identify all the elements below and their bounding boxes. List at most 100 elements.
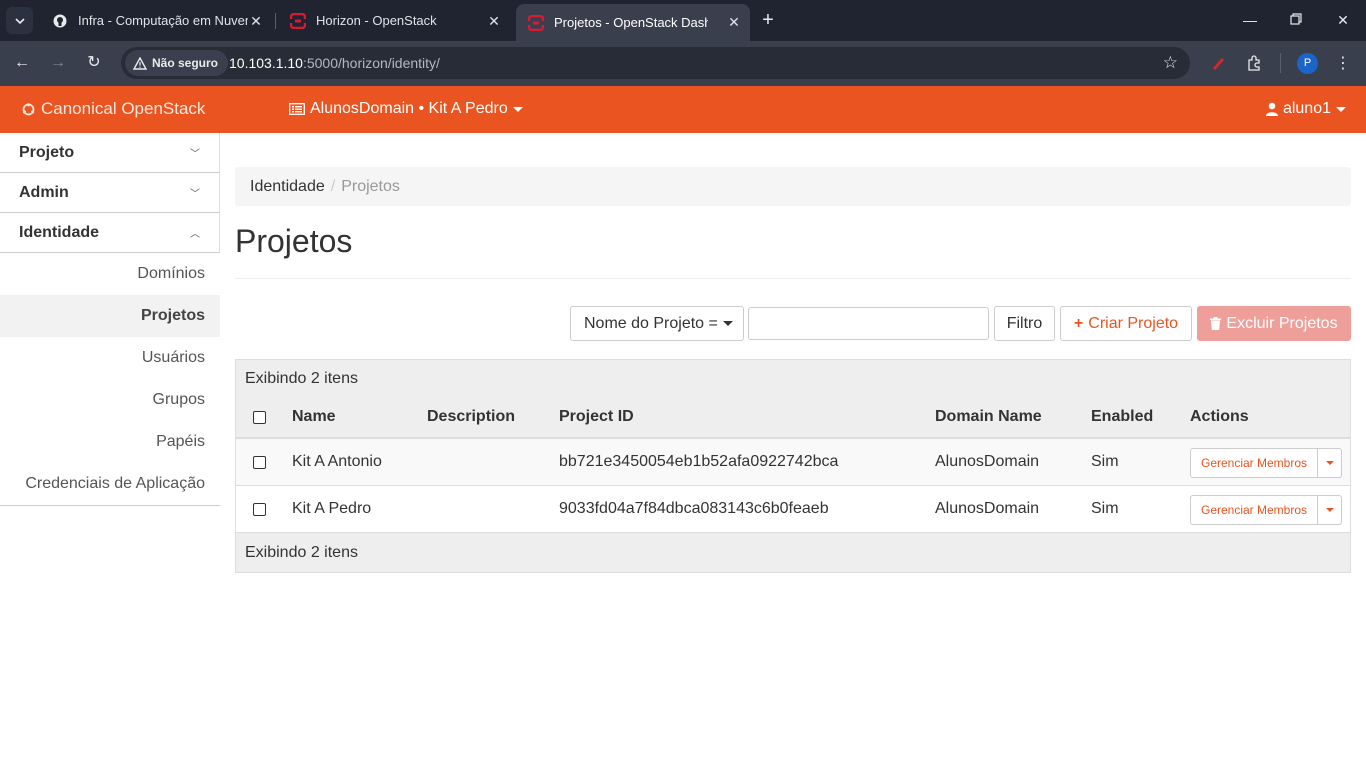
sidebar-panel-label: Identidade (19, 223, 100, 241)
row-actions-dropdown-toggle[interactable] (1318, 448, 1342, 478)
create-project-button[interactable]: + Criar Projeto (1060, 306, 1192, 341)
column-header-enabled[interactable]: Enabled (1091, 397, 1153, 437)
caret-down-icon (1325, 461, 1334, 465)
brand-logo[interactable]: Canonical OpenStack (22, 99, 205, 119)
close-tab-icon[interactable]: ✕ (248, 13, 264, 29)
tab-title: Horizon - OpenStack (316, 13, 437, 28)
profile-avatar[interactable]: P (1297, 53, 1318, 74)
back-icon[interactable]: ← (11, 52, 33, 74)
github-icon (52, 13, 68, 29)
sidebar-panel-projeto[interactable]: Projeto ﹀ (0, 133, 220, 173)
page-title: Projetos (235, 223, 353, 259)
user-menu[interactable]: aluno1 (1265, 100, 1346, 118)
row-actions-group: Gerenciar Membros (1190, 495, 1342, 525)
sidebar-item-usuarios[interactable]: Usuários (0, 337, 220, 379)
sidebar-item-projetos[interactable]: Projetos (0, 295, 220, 337)
new-tab-button[interactable]: + (756, 9, 780, 33)
restore-icon[interactable] (1286, 10, 1306, 30)
sidebar-panel-label: Admin (19, 183, 69, 201)
horizon-header: Canonical OpenStack AlunosDomain • Kit A… (0, 86, 1366, 133)
security-label: Não seguro (152, 56, 219, 70)
table-caption: Exibindo 2 itens (236, 360, 1350, 397)
close-tab-icon[interactable]: ✕ (486, 13, 502, 29)
select-all-checkbox-cell (253, 397, 266, 437)
extension-pen-icon[interactable] (1208, 53, 1228, 73)
table-row: Kit A Pedro 9033fd04a7f84dbca083143c6b0f… (236, 486, 1350, 533)
filter-button[interactable]: Filtro (994, 306, 1055, 341)
extensions-puzzle-icon[interactable] (1244, 53, 1264, 73)
sidebar-item-credenciais[interactable]: Credenciais de Aplicação (0, 463, 220, 505)
project-context-label: AlunosDomain • Kit A Pedro (310, 100, 508, 117)
project-enabled: Sim (1091, 453, 1119, 470)
manage-members-button[interactable]: Gerenciar Membros (1190, 448, 1318, 478)
openstack-icon (528, 14, 544, 31)
row-actions-dropdown-toggle[interactable] (1318, 495, 1342, 525)
bookmark-star-icon[interactable]: ☆ (1163, 53, 1178, 73)
close-window-icon[interactable]: ✕ (1333, 10, 1353, 30)
sidebar-item-papeis[interactable]: Papéis (0, 421, 220, 463)
caret-down-icon (1336, 106, 1346, 112)
project-enabled: Sim (1091, 500, 1119, 517)
plus-icon: + (1073, 314, 1084, 332)
browser-tab-horizon[interactable]: Horizon - OpenStack ✕ (278, 6, 510, 35)
column-header-name[interactable]: Name (292, 397, 336, 437)
user-icon (1265, 102, 1278, 116)
filter-field-select[interactable]: Nome do Projeto = (570, 306, 744, 341)
table-row: Kit A Antonio bb721e3450054eb1b52afa0922… (236, 439, 1350, 486)
filter-field-label: Nome do Projeto = (584, 314, 718, 332)
security-chip[interactable]: Não seguro (125, 50, 229, 76)
caret-down-icon (1325, 508, 1334, 512)
url-text[interactable]: 10.103.1.10:5000/horizon/identity/ (229, 55, 440, 71)
column-header-description[interactable]: Description (427, 397, 515, 437)
reload-icon[interactable]: ↻ (83, 52, 105, 74)
delete-projects-label: Excluir Projetos (1226, 314, 1338, 332)
table-footer: Exibindo 2 itens (236, 533, 1350, 572)
sidebar-item-dominios[interactable]: Domínios (0, 253, 220, 295)
manage-members-button[interactable]: Gerenciar Membros (1190, 495, 1318, 525)
browser-tab-infra[interactable]: Infra - Computação em Nuvem ✕ (40, 6, 272, 35)
browser-menu-icon[interactable]: ⋮ (1333, 53, 1353, 73)
warning-icon (133, 56, 147, 70)
column-header-project-id[interactable]: Project ID (559, 397, 634, 437)
minimize-icon[interactable]: — (1240, 10, 1260, 30)
delete-projects-button[interactable]: Excluir Projetos (1197, 306, 1351, 341)
sidebar: Projeto ﹀ Admin ﹀ Identidade ︿ Domínios … (0, 133, 220, 506)
address-bar[interactable]: Não seguro 10.103.1.10:5000/horizon/iden… (121, 47, 1190, 79)
row-checkbox[interactable] (253, 455, 266, 469)
browser-toolbar: ← → ↻ Não seguro 10.103.1.10:5000/horizo… (0, 41, 1366, 86)
url-host: 10.103.1.10 (229, 55, 303, 71)
sidebar-panel-identidade[interactable]: Identidade ︿ (0, 213, 220, 253)
column-header-domain-name[interactable]: Domain Name (935, 397, 1042, 437)
filter-input[interactable] (748, 307, 989, 340)
tab-title: Projetos - OpenStack Dashboard (554, 15, 708, 30)
close-tab-icon[interactable]: ✕ (726, 14, 742, 30)
project-context-dropdown[interactable]: AlunosDomain • Kit A Pedro (289, 100, 523, 118)
table-header: Name Description Project ID Domain Name … (236, 397, 1350, 439)
breadcrumb-parent[interactable]: Identidade (250, 178, 325, 196)
username: aluno1 (1282, 100, 1331, 117)
project-name[interactable]: Kit A Antonio (292, 439, 382, 485)
forward-icon[interactable]: → (47, 52, 69, 74)
sidebar-item-grupos[interactable]: Grupos (0, 379, 220, 421)
browser-tab-projetos[interactable]: Projetos - OpenStack Dashboard ✕ (516, 4, 750, 41)
row-checkbox[interactable] (253, 502, 266, 516)
tab-divider (275, 13, 276, 29)
sidebar-panel-admin[interactable]: Admin ﹀ (0, 173, 220, 213)
row-actions-group: Gerenciar Membros (1190, 448, 1342, 478)
browser-tabstrip: Infra - Computação em Nuvem ✕ Horizon - … (0, 0, 1366, 41)
sidebar-divider (0, 505, 220, 506)
caret-down-icon (722, 321, 733, 326)
openstack-icon (290, 12, 306, 29)
project-domain: AlunosDomain (935, 500, 1040, 517)
tab-search-button[interactable] (6, 7, 33, 34)
chevron-up-icon: ︿ (190, 229, 200, 240)
select-all-checkbox[interactable] (253, 410, 266, 424)
row-checkbox-cell (253, 486, 266, 532)
sidebar-panel-label: Projeto (19, 143, 75, 161)
project-name[interactable]: Kit A Pedro (292, 486, 371, 532)
chevron-down-icon: ﹀ (190, 149, 200, 160)
tab-title: Infra - Computação em Nuvem (78, 13, 248, 28)
projects-table: Exibindo 2 itens Name Description Projec… (235, 359, 1351, 573)
project-id: bb721e3450054eb1b52afa0922742bca (559, 453, 839, 470)
url-path: :5000/horizon/identity/ (302, 55, 440, 71)
